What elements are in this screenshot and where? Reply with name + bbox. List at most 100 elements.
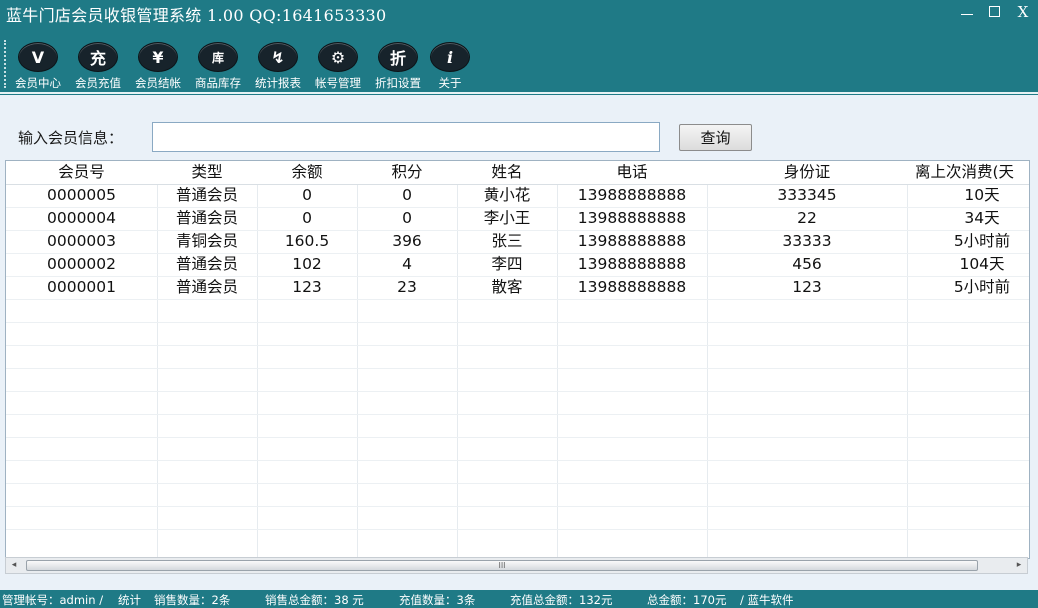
- cell-balance: 0: [302, 209, 312, 227]
- row-divider: [6, 437, 1029, 438]
- yuan-icon: ¥: [138, 42, 178, 72]
- cell-phone: 13988888888: [577, 209, 687, 227]
- cell-id-card: 33333: [782, 232, 832, 250]
- cell-last-visit: 5小时前: [953, 278, 1011, 296]
- cell-name: 李小王: [483, 209, 531, 227]
- cell-member-no: 0000002: [46, 255, 117, 273]
- cell-points: 0: [402, 209, 412, 227]
- user-gear-icon: ⚙: [318, 42, 358, 72]
- table-row[interactable]: 0000002 普通会员 102 4 李四 13988888888 456 10…: [6, 253, 1029, 276]
- cell-id-card: 123: [792, 278, 822, 296]
- minimize-button[interactable]: [958, 3, 976, 23]
- toolbar-label: 商品库存: [195, 76, 241, 90]
- window-controls: X: [958, 0, 1032, 26]
- toolbar-label: 会员充值: [75, 76, 121, 90]
- row-divider: [6, 460, 1029, 461]
- table-row[interactable]: 0000001 普通会员 123 23 散客 13988888888 123 5…: [6, 276, 1029, 299]
- toolbar-about[interactable]: i 关于: [420, 42, 480, 91]
- toolbar-inventory[interactable]: 库 商品库存: [188, 42, 248, 91]
- toolbar-label: 会员中心: [15, 76, 61, 90]
- column-header-id-card[interactable]: 身份证: [707, 161, 907, 184]
- column-header-phone[interactable]: 电话: [557, 161, 707, 184]
- cell-type: 普通会员: [175, 186, 238, 204]
- toolbar-separator: [0, 92, 1038, 94]
- cell-member-no: 0000003: [46, 232, 117, 250]
- cell-last-visit: 5小时前: [953, 232, 1011, 250]
- discount-icon: 折: [378, 42, 418, 72]
- column-header-balance[interactable]: 余额: [257, 161, 357, 184]
- row-divider: [6, 414, 1029, 415]
- cell-type: 青铜会员: [175, 232, 238, 250]
- cell-name: 张三: [491, 232, 523, 250]
- cell-name: 李四: [491, 255, 523, 273]
- cell-id-card: 456: [792, 255, 822, 273]
- toolbar-label: 折扣设置: [375, 76, 421, 90]
- cell-type: 普通会员: [175, 278, 238, 296]
- toolbar-label: 帐号管理: [315, 76, 361, 90]
- warehouse-icon: 库: [198, 42, 238, 72]
- row-divider: [6, 299, 1029, 300]
- recharge-icon: 充: [78, 42, 118, 72]
- client-area: 输入会员信息： 查询 会员号 类型 余额 积分 姓名 电话 身份证 离上次消费(…: [0, 95, 1038, 590]
- search-label: 输入会员信息：: [18, 129, 124, 147]
- toolbar-accounts[interactable]: ⚙ 帐号管理: [308, 42, 368, 91]
- column-header-member-no[interactable]: 会员号: [6, 161, 157, 184]
- cell-points: 396: [392, 232, 422, 250]
- cell-balance: 123: [292, 278, 322, 296]
- cell-balance: 102: [292, 255, 322, 273]
- table-row[interactable]: 0000003 青铜会员 160.5 396 张三 13988888888 33…: [6, 230, 1029, 253]
- cell-balance: 160.5: [284, 232, 330, 250]
- toolbar-member-center[interactable]: V 会员中心: [8, 42, 68, 91]
- column-header-last-visit[interactable]: 离上次消费(天: [907, 161, 1029, 184]
- cell-name: 散客: [491, 278, 523, 296]
- table-row[interactable]: 0000005 普通会员 0 0 黄小花 13988888888 333345 …: [6, 184, 1029, 207]
- cell-member-no: 0000004: [46, 209, 117, 227]
- scroll-right-arrow-icon[interactable]: ▸: [1011, 558, 1027, 573]
- cell-last-visit: 34天: [964, 209, 1000, 227]
- column-header-points[interactable]: 积分: [357, 161, 457, 184]
- cell-points: 23: [397, 278, 417, 296]
- horizontal-scrollbar[interactable]: ◂ III ▸: [5, 557, 1028, 574]
- title-bar: 蓝牛门店会员收银管理系统 1.00 QQ:1641653330 X: [0, 0, 1038, 26]
- row-divider: [6, 322, 1029, 323]
- column-header-name[interactable]: 姓名: [457, 161, 557, 184]
- toolbar-label: 会员结帐: [135, 76, 181, 90]
- search-button[interactable]: 查询: [679, 124, 752, 151]
- toolbar-discount[interactable]: 折 折扣设置: [368, 42, 428, 91]
- toolbar-member-checkout[interactable]: ¥ 会员结帐: [128, 42, 188, 91]
- table-header: 会员号 类型 余额 积分 姓名 电话 身份证 离上次消费(天: [6, 161, 1029, 185]
- row-divider: [6, 368, 1029, 369]
- main-toolbar: V 会员中心 充 会员充值 ¥ 会员结帐 库 商品库存 ↯ 统计报表 ⚙ 帐号管…: [0, 36, 1038, 92]
- member-table[interactable]: 会员号 类型 余额 积分 姓名 电话 身份证 离上次消费(天 0000005 普…: [5, 160, 1030, 559]
- scroll-thumb[interactable]: III: [26, 560, 978, 571]
- close-button[interactable]: X: [1014, 3, 1032, 23]
- cell-last-visit: 10天: [964, 186, 1000, 204]
- cell-points: 4: [402, 255, 412, 273]
- info-icon: i: [430, 42, 470, 72]
- maximize-button[interactable]: [986, 3, 1004, 23]
- row-divider: [6, 391, 1029, 392]
- cell-phone: 13988888888: [577, 278, 687, 296]
- cell-phone: 13988888888: [577, 186, 687, 204]
- cell-member-no: 0000001: [46, 278, 117, 296]
- column-header-type[interactable]: 类型: [157, 161, 257, 184]
- window-title: 蓝牛门店会员收银管理系统 1.00 QQ:1641653330: [6, 6, 387, 25]
- scroll-left-arrow-icon[interactable]: ◂: [6, 558, 22, 573]
- row-divider: [6, 483, 1029, 484]
- cell-name: 黄小花: [483, 186, 531, 204]
- cell-balance: 0: [302, 186, 312, 204]
- chart-icon: ↯: [258, 42, 298, 72]
- cell-id-card: 333345: [777, 186, 837, 204]
- cell-type: 普通会员: [175, 209, 238, 227]
- cell-last-visit: 104天: [959, 255, 1005, 273]
- vip-icon: V: [18, 42, 58, 72]
- row-divider: [6, 345, 1029, 346]
- cell-type: 普通会员: [175, 255, 238, 273]
- cell-phone: 13988888888: [577, 255, 687, 273]
- row-divider: [6, 506, 1029, 507]
- table-row[interactable]: 0000004 普通会员 0 0 李小王 13988888888 22 34天: [6, 207, 1029, 230]
- toolbar-reports[interactable]: ↯ 统计报表: [248, 42, 308, 91]
- row-divider: [6, 529, 1029, 530]
- member-search-input[interactable]: [152, 122, 660, 152]
- toolbar-member-recharge[interactable]: 充 会员充值: [68, 42, 128, 91]
